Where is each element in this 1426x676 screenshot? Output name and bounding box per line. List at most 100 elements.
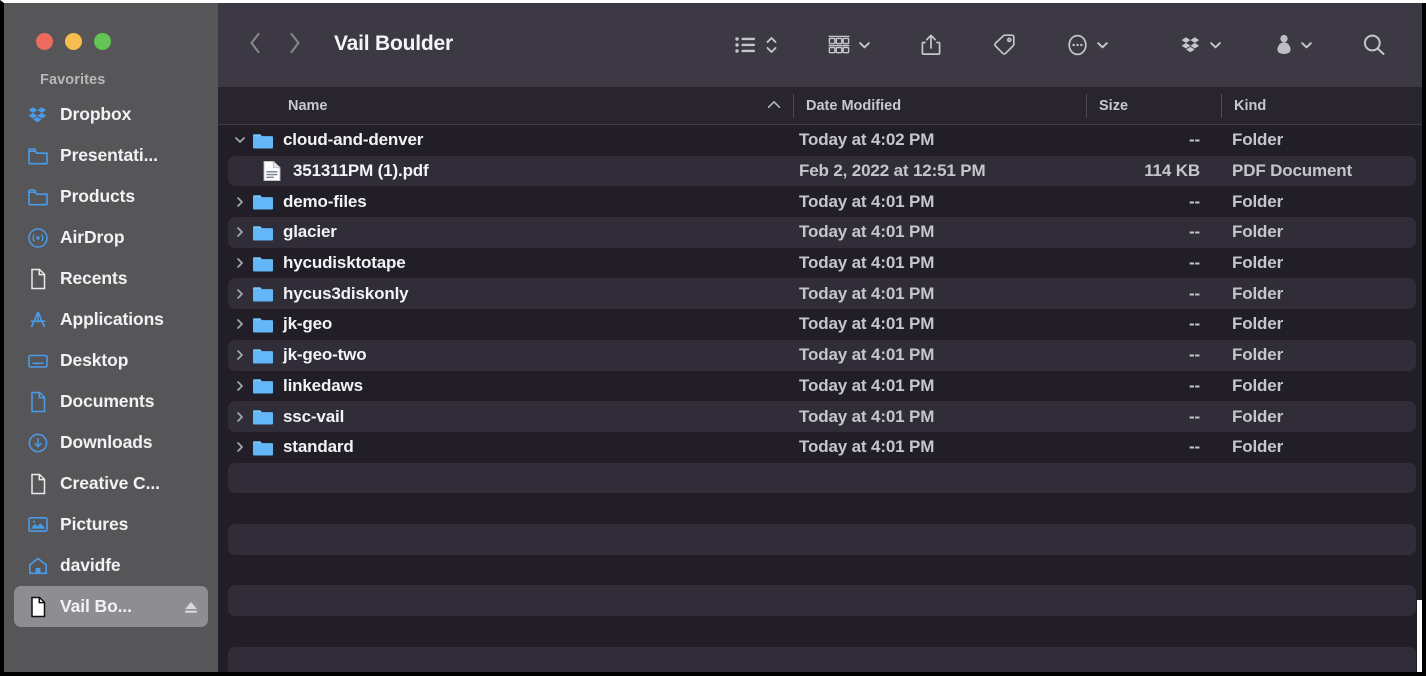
sidebar-item-presentations[interactable]: Presentati... bbox=[14, 135, 208, 176]
file-name: linkedaws bbox=[283, 375, 363, 395]
downloads-icon bbox=[26, 431, 50, 455]
applications-icon bbox=[26, 308, 50, 332]
table-row[interactable]: hycudisktotape Today at 4:01 PM -- Folde… bbox=[218, 248, 1426, 279]
group-by-button[interactable] bbox=[815, 23, 882, 67]
chevron-down-icon bbox=[1096, 40, 1109, 50]
document-icon bbox=[26, 472, 50, 496]
file-kind: Folder bbox=[1232, 437, 1284, 457]
recents-icon bbox=[26, 267, 50, 291]
sidebar-item-dropbox[interactable]: Dropbox bbox=[14, 94, 208, 135]
minimize-window-button[interactable] bbox=[65, 33, 82, 50]
sidebar-item-list: Dropbox Presentati... Products AirDrop R… bbox=[4, 94, 218, 627]
file-date: Today at 4:01 PM bbox=[799, 283, 935, 303]
sidebar-item-documents[interactable]: Documents bbox=[14, 381, 208, 422]
file-kind: Folder bbox=[1232, 375, 1284, 395]
more-actions-button[interactable] bbox=[1054, 23, 1120, 67]
file-date: Today at 4:01 PM bbox=[799, 314, 935, 334]
folder-icon bbox=[252, 408, 274, 425]
maximize-window-button[interactable] bbox=[94, 33, 111, 50]
sidebar-item-label: Presentati... bbox=[60, 145, 158, 165]
table-row[interactable]: standard Today at 4:01 PM -- Folder bbox=[218, 432, 1426, 463]
table-row[interactable]: demo-files Today at 4:01 PM -- Folder bbox=[218, 186, 1426, 217]
account-button[interactable] bbox=[1263, 23, 1324, 67]
file-kind: PDF Document bbox=[1232, 161, 1353, 181]
file-kind: Folder bbox=[1232, 283, 1284, 303]
chevron-down-icon bbox=[1300, 40, 1313, 50]
disclosure-expanded-icon[interactable] bbox=[232, 134, 248, 146]
sidebar-item-label: Products bbox=[60, 186, 136, 206]
table-row[interactable]: glacier Today at 4:01 PM -- Folder bbox=[218, 217, 1426, 248]
column-headers: Name Date Modified Size Kind bbox=[218, 87, 1426, 125]
chevron-updown-icon bbox=[765, 34, 778, 56]
table-row[interactable]: jk-geo-two Today at 4:01 PM -- Folder bbox=[218, 339, 1426, 371]
file-date: Today at 4:01 PM bbox=[799, 253, 935, 273]
sidebar-item-vail-boulder[interactable]: Vail Bo... bbox=[14, 586, 208, 627]
folder-icon bbox=[252, 316, 274, 333]
tag-button[interactable] bbox=[980, 23, 1028, 67]
file-list: cloud-and-denver Today at 4:02 PM -- Fol… bbox=[218, 125, 1426, 672]
disclosure-collapsed-icon[interactable] bbox=[232, 318, 248, 330]
sidebar-item-davidfe[interactable]: davidfe bbox=[14, 545, 208, 586]
file-name: glacier bbox=[283, 222, 337, 242]
sidebar-item-creative-cloud[interactable]: Creative C... bbox=[14, 463, 208, 504]
sidebar-item-desktop[interactable]: Desktop bbox=[14, 340, 208, 381]
sidebar-item-label: Recents bbox=[60, 268, 128, 288]
dropbox-icon bbox=[26, 103, 50, 127]
column-header-kind[interactable]: Kind bbox=[1234, 87, 1266, 125]
sidebar-item-downloads[interactable]: Downloads bbox=[14, 422, 208, 463]
airdrop-icon bbox=[26, 226, 50, 250]
folder-icon bbox=[252, 285, 274, 302]
disclosure-collapsed-icon[interactable] bbox=[232, 196, 248, 208]
eject-icon[interactable] bbox=[182, 599, 200, 615]
disclosure-collapsed-icon[interactable] bbox=[232, 380, 248, 392]
file-name: standard bbox=[283, 437, 354, 457]
sidebar-item-label: Documents bbox=[60, 391, 155, 411]
file-name: demo-files bbox=[283, 191, 367, 211]
chevron-down-icon bbox=[858, 40, 871, 50]
file-name: cloud-and-denver bbox=[283, 130, 424, 150]
file-date: Today at 4:01 PM bbox=[799, 437, 935, 457]
table-row[interactable]: ssc-vail Today at 4:01 PM -- Folder bbox=[218, 401, 1426, 432]
folder-icon bbox=[26, 144, 50, 168]
disclosure-collapsed-icon[interactable] bbox=[232, 226, 248, 238]
table-row[interactable]: cloud-and-denver Today at 4:02 PM -- Fol… bbox=[218, 125, 1426, 156]
file-size: -- bbox=[1188, 191, 1200, 211]
file-name-cell: jk-geo-two bbox=[218, 345, 798, 365]
table-row[interactable]: jk-geo Today at 4:01 PM -- Folder bbox=[218, 309, 1426, 340]
disclosure-collapsed-icon[interactable] bbox=[232, 441, 248, 453]
sidebar-item-recents[interactable]: Recents bbox=[14, 258, 208, 299]
disclosure-collapsed-icon[interactable] bbox=[232, 349, 248, 361]
close-window-button[interactable] bbox=[36, 33, 53, 50]
file-date: Feb 2, 2022 at 12:51 PM bbox=[799, 161, 986, 181]
folder-icon bbox=[252, 224, 274, 241]
empty-row bbox=[218, 616, 1426, 647]
vertical-scrollbar[interactable] bbox=[1417, 600, 1422, 672]
file-name: 351311PM (1).pdf bbox=[293, 161, 429, 181]
column-header-name[interactable]: Name bbox=[288, 87, 328, 125]
file-date: Today at 4:01 PM bbox=[799, 222, 935, 242]
column-header-date-modified[interactable]: Date Modified bbox=[806, 87, 901, 125]
sidebar-item-applications[interactable]: Applications bbox=[14, 299, 208, 340]
folder-icon bbox=[252, 439, 274, 456]
file-date: Today at 4:01 PM bbox=[799, 406, 935, 426]
sidebar-item-airdrop[interactable]: AirDrop bbox=[14, 217, 208, 258]
search-button[interactable] bbox=[1350, 23, 1398, 67]
table-row[interactable]: linkedaws Today at 4:01 PM -- Folder bbox=[218, 371, 1426, 402]
column-header-size[interactable]: Size bbox=[1099, 87, 1128, 125]
back-button[interactable] bbox=[248, 30, 262, 61]
disclosure-collapsed-icon[interactable] bbox=[232, 288, 248, 300]
sidebar-item-products[interactable]: Products bbox=[14, 176, 208, 217]
share-button[interactable] bbox=[908, 23, 954, 67]
document-icon bbox=[26, 595, 50, 619]
sidebar-item-pictures[interactable]: Pictures bbox=[14, 504, 208, 545]
table-row[interactable]: 351311PM (1).pdf Feb 2, 2022 at 12:51 PM… bbox=[218, 155, 1426, 187]
disclosure-collapsed-icon[interactable] bbox=[232, 257, 248, 269]
toolbar-buttons bbox=[722, 23, 1426, 67]
disclosure-collapsed-icon[interactable] bbox=[232, 411, 248, 423]
file-name-cell: 351311PM (1).pdf bbox=[218, 160, 798, 182]
view-list-button[interactable] bbox=[722, 23, 789, 67]
file-kind: Folder bbox=[1232, 345, 1284, 365]
table-row[interactable]: hycus3diskonly Today at 4:01 PM -- Folde… bbox=[218, 278, 1426, 309]
dropbox-button[interactable] bbox=[1168, 23, 1233, 67]
forward-button[interactable] bbox=[288, 30, 302, 61]
